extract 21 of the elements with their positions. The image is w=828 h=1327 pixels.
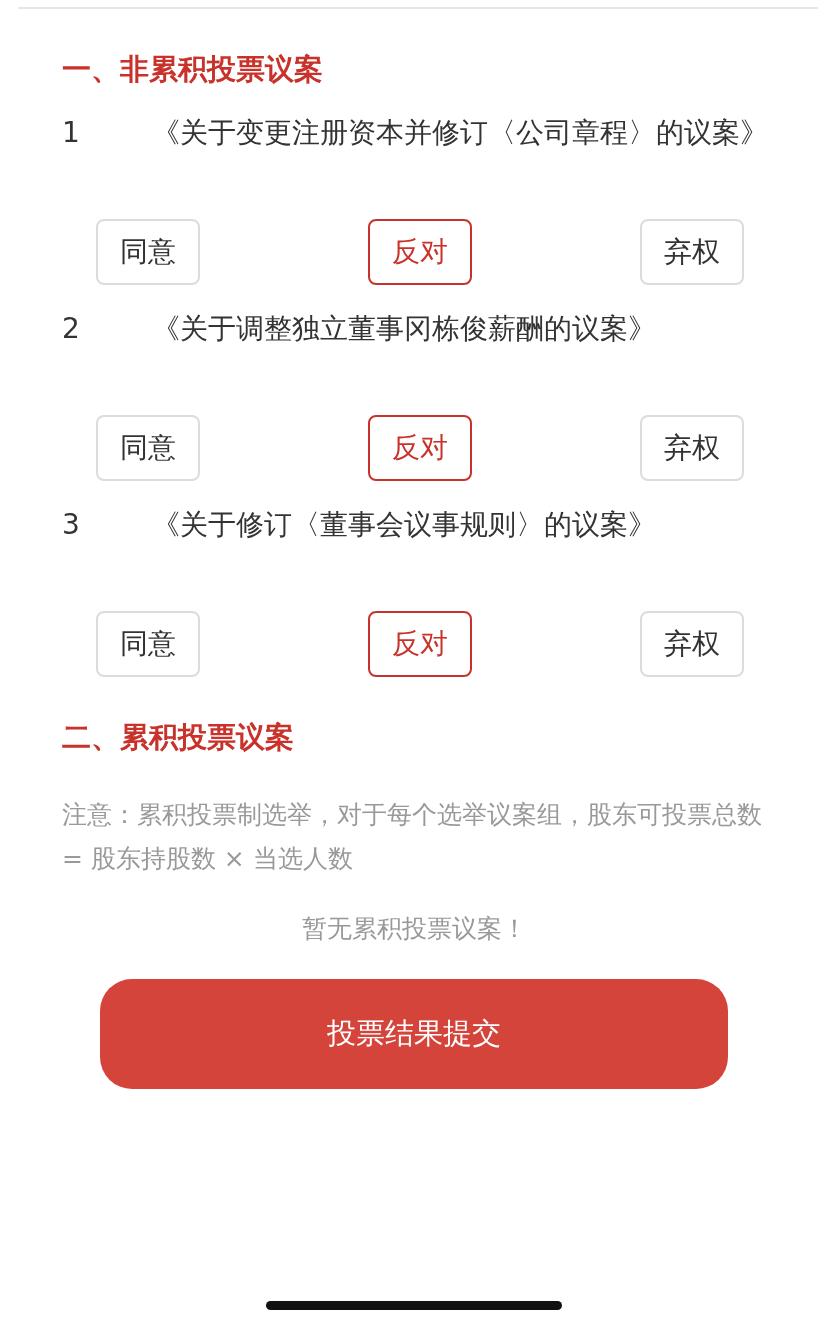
notice-text: 注意：累积投票制选举，对于每个选举议案组，股东可投票总数 = 股东持股数 × 当选人数 xyxy=(62,799,763,875)
proposal-title: 《关于调整独立董事冈栋俊薪酬的议案》 xyxy=(152,311,657,347)
section-title: 一、非累积投票议案 xyxy=(62,51,324,88)
vote-option[interactable]: 反对 xyxy=(368,415,472,481)
section-title: 二、累积投票议案 xyxy=(62,719,295,756)
vote-option[interactable]: 反对 xyxy=(368,611,472,677)
submit-button[interactable]: 投票结果提交 xyxy=(100,979,728,1089)
vote-option[interactable]: 同意 xyxy=(96,219,200,285)
vote-option[interactable]: 同意 xyxy=(96,611,200,677)
proposal-title: 《关于变更注册资本并修订〈公司章程〉的议案》 xyxy=(152,115,769,151)
empty-message: 暂无累积投票议案！ xyxy=(300,913,528,945)
vote-option[interactable]: 弃权 xyxy=(640,611,744,677)
vote-option[interactable]: 反对 xyxy=(368,219,472,285)
proposal-number: 3 xyxy=(62,507,81,543)
proposal-number: 1 xyxy=(62,115,81,151)
home-indicator[interactable] xyxy=(266,1301,562,1310)
vote-option[interactable]: 弃权 xyxy=(640,219,744,285)
vote-option[interactable]: 同意 xyxy=(96,415,200,481)
proposal-number: 2 xyxy=(62,311,81,347)
vote-option[interactable]: 弃权 xyxy=(640,415,744,481)
proposal-title: 《关于修订〈董事会议事规则〉的议案》 xyxy=(152,507,657,543)
